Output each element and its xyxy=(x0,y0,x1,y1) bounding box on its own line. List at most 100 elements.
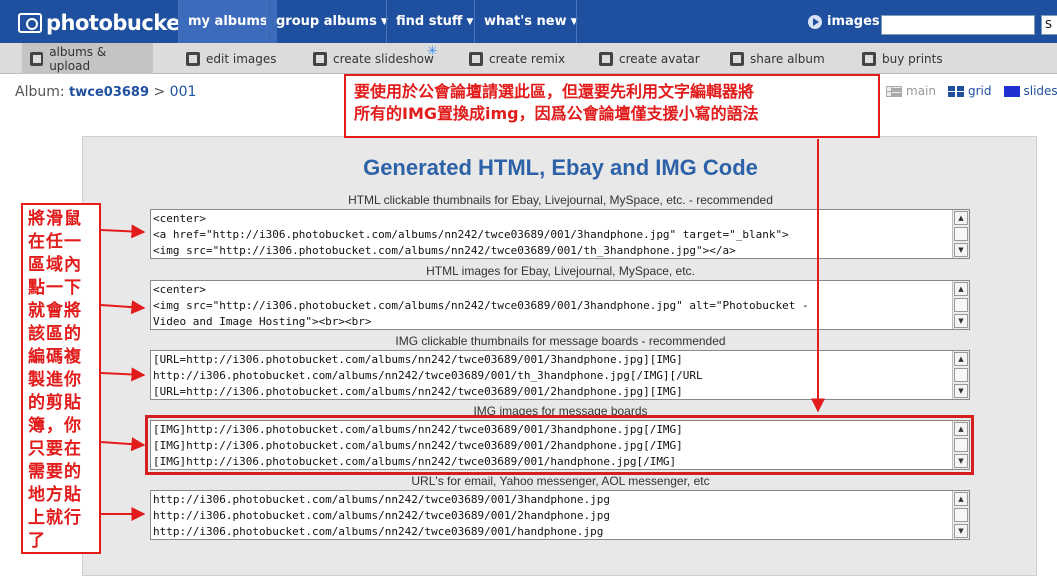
sub-nav: albums & upload edit images create slide… xyxy=(0,43,1057,74)
code-line: <center> xyxy=(153,212,206,225)
code-line: Video and Image Hosting"><br><br> xyxy=(153,315,372,328)
panel-title: Generated HTML, Ebay and IMG Code xyxy=(363,155,758,180)
scrollbar[interactable]: ▲ ▼ xyxy=(952,351,969,399)
album-folder-link[interactable]: 001 xyxy=(170,84,197,100)
subnav-albums-upload[interactable]: albums & upload xyxy=(22,43,153,74)
subnav-label: create remix xyxy=(489,51,566,66)
share-icon xyxy=(730,51,744,66)
album-label: Album: xyxy=(15,84,65,100)
scroll-thumb[interactable] xyxy=(954,368,968,382)
subnav-edit-images[interactable]: edit images xyxy=(186,43,276,74)
subnav-share-album[interactable]: share album xyxy=(730,43,825,74)
view-main[interactable]: main xyxy=(886,84,936,98)
url-codebox[interactable]: http://i306.photobucket.com/albums/nn242… xyxy=(150,490,970,540)
album-icon xyxy=(30,51,44,66)
view-label: grid xyxy=(967,84,992,98)
subnav-label: edit images xyxy=(206,51,277,66)
code-text: http://i306.photobucket.com/albums/nn242… xyxy=(153,492,951,540)
code-text: [URL=http://i306.photobucket.com/albums/… xyxy=(153,352,951,400)
code-line: <img src="http://i306.photobucket.com/al… xyxy=(153,299,809,312)
scroll-down-icon[interactable]: ▼ xyxy=(954,314,968,328)
scroll-up-icon[interactable]: ▲ xyxy=(954,211,968,225)
subnav-label: buy prints xyxy=(882,51,943,66)
code-text: [IMG]http://i306.photobucket.com/albums/… xyxy=(153,422,951,470)
images-label: images xyxy=(827,14,880,29)
scroll-up-icon[interactable]: ▲ xyxy=(954,282,968,296)
section-label: HTML images for Ebay, Livejournal, MySpa… xyxy=(426,264,695,278)
album-user-link[interactable]: twce03689 xyxy=(69,85,149,100)
annotation-left: 將滑鼠在任一區域內點一下就會將該區的編碼複製進你的剪貼簿，你只要在需要的地方貼上… xyxy=(21,203,101,554)
nav-divider xyxy=(576,0,577,43)
list-view-icon xyxy=(886,85,902,97)
section-label: IMG clickable thumbnails for message boa… xyxy=(395,334,726,348)
top-nav: photobucket my albums group albums ▼ find… xyxy=(0,0,1057,43)
tab-label: what's new xyxy=(484,14,567,29)
prints-icon xyxy=(862,51,876,66)
breadcrumb: Album: twce03689 > 001 xyxy=(15,84,196,100)
remix-icon xyxy=(469,51,483,66)
view-grid[interactable]: grid xyxy=(947,84,992,98)
subnav-create-remix[interactable]: create remix xyxy=(469,43,565,74)
subnav-label: share album xyxy=(750,51,825,66)
search-button[interactable]: S xyxy=(1041,15,1057,35)
scrollbar[interactable]: ▲ ▼ xyxy=(952,210,969,258)
scrollbar[interactable]: ▲ ▼ xyxy=(952,491,969,539)
scroll-up-icon[interactable]: ▲ xyxy=(954,352,968,366)
tab-find-stuff[interactable]: find stuff ▼ xyxy=(386,0,482,43)
scrollbar[interactable]: ▲ ▼ xyxy=(952,281,969,329)
subnav-label: albums & upload xyxy=(49,44,107,73)
code-line: <img src="http://i306.photobucket.com/al… xyxy=(153,244,736,257)
subnav-create-slideshow[interactable]: create slideshow xyxy=(313,43,434,74)
logo-text: photobucket xyxy=(46,11,190,35)
code-line: [IMG]http://i306.photobucket.com/albums/… xyxy=(153,439,683,452)
avatar-icon xyxy=(599,51,613,66)
html-thumbnails-codebox[interactable]: <center> <a href="http://i306.photobucket… xyxy=(150,209,970,259)
grid-view-icon xyxy=(947,85,964,97)
tab-label: my albums xyxy=(188,14,268,29)
images-search-type[interactable]: images xyxy=(808,14,880,29)
scroll-thumb[interactable] xyxy=(954,227,968,241)
caret-down-icon: ▼ xyxy=(466,16,474,27)
tab-group-albums[interactable]: group albums ▼ xyxy=(266,0,397,43)
view-label: slidesh xyxy=(1023,84,1057,98)
img-thumbnails-codebox[interactable]: [URL=http://i306.photobucket.com/albums/… xyxy=(150,350,970,400)
breadcrumb-separator: > xyxy=(149,84,170,100)
scroll-thumb[interactable] xyxy=(954,298,968,312)
scroll-down-icon[interactable]: ▼ xyxy=(954,454,968,468)
annotation-line: 所有的IMG置換成img，因爲公會論壇僅支援小寫的語法 xyxy=(354,104,759,123)
scroll-up-icon[interactable]: ▲ xyxy=(954,422,968,436)
scrollbar[interactable]: ▲ ▼ xyxy=(952,421,969,469)
tab-my-albums[interactable]: my albums xyxy=(178,0,277,43)
scroll-thumb[interactable] xyxy=(954,508,968,522)
html-images-codebox[interactable]: <center> <img src="http://i306.photobucke… xyxy=(150,280,970,330)
scroll-thumb[interactable] xyxy=(954,438,968,452)
search-input[interactable] xyxy=(881,15,1035,35)
annotation-top: 要使用於公會論壇請選此區，但還要先利用文字編輯器將 所有的IMG置換成img，因… xyxy=(344,74,880,138)
subnav-buy-prints[interactable]: buy prints xyxy=(862,43,943,74)
scroll-up-icon[interactable]: ▲ xyxy=(954,492,968,506)
tab-label: find stuff xyxy=(396,14,463,29)
code-text: <center> <a href="http://i306.photobucket… xyxy=(153,211,951,259)
img-images-codebox[interactable]: [IMG]http://i306.photobucket.com/albums/… xyxy=(150,420,970,470)
photobucket-logo[interactable]: photobucket xyxy=(18,11,190,35)
play-icon xyxy=(808,14,822,29)
code-line: <center> xyxy=(153,283,206,296)
section-label: URL's for email, Yahoo messenger, AOL me… xyxy=(411,474,710,488)
tab-whats-new[interactable]: what's new ▼ xyxy=(474,0,587,43)
scroll-down-icon[interactable]: ▼ xyxy=(954,524,968,538)
code-line: http://i306.photobucket.com/albums/nn242… xyxy=(153,509,610,522)
slideshow-view-icon xyxy=(1003,85,1020,97)
new-star-icon: ✳ xyxy=(427,44,438,59)
section-label: HTML clickable thumbnails for Ebay, Live… xyxy=(348,193,773,207)
code-line: http://i306.photobucket.com/albums/nn242… xyxy=(153,493,610,506)
view-slideshow[interactable]: slidesh xyxy=(1003,84,1057,98)
annotation-line: 要使用於公會論壇請選此區，但還要先利用文字編輯器將 xyxy=(354,82,755,101)
code-line: [URL=http://i306.photobucket.com/albums/… xyxy=(153,353,683,366)
section-label: IMG images for message boards xyxy=(473,404,648,418)
camera-icon xyxy=(18,13,42,33)
scroll-down-icon[interactable]: ▼ xyxy=(954,384,968,398)
code-line: http://i306.photobucket.com/albums/nn242… xyxy=(153,525,604,538)
subnav-create-avatar[interactable]: create avatar xyxy=(599,43,700,74)
code-line: <a href="http://i306.photobucket.com/alb… xyxy=(153,228,789,241)
scroll-down-icon[interactable]: ▼ xyxy=(954,243,968,257)
